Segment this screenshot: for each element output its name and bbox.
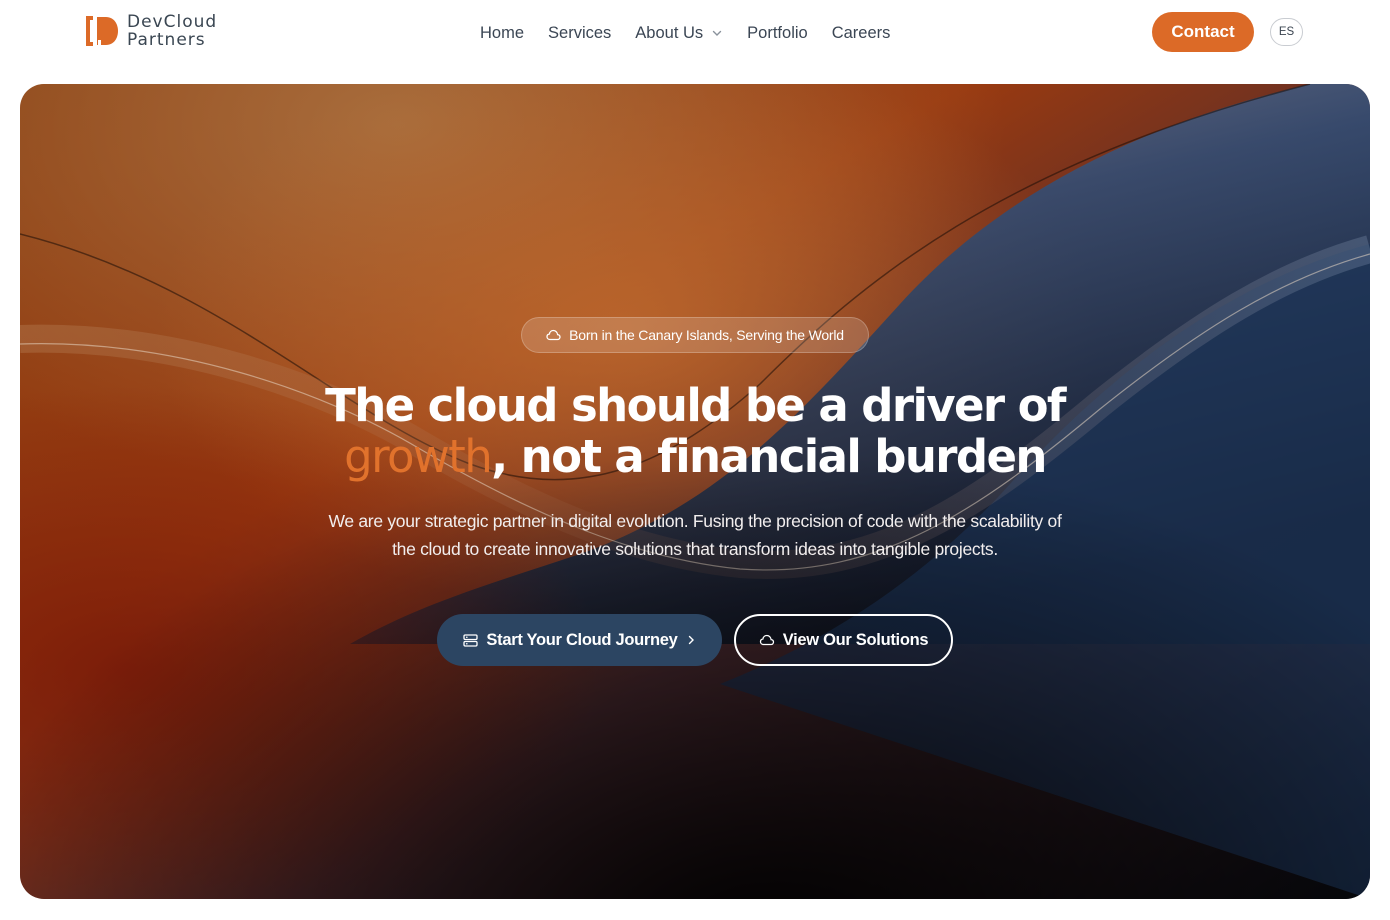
hero-section: Born in the Canary Islands, Serving the … (20, 84, 1370, 899)
nav-item-careers[interactable]: Careers (832, 22, 891, 44)
hero-badge: Born in the Canary Islands, Serving the … (521, 317, 869, 353)
hero-badge-text: Born in the Canary Islands, Serving the … (569, 327, 844, 343)
chevron-down-icon (712, 30, 722, 36)
hero-background (20, 84, 1370, 899)
brand-name-line2: Partners (127, 30, 206, 50)
nav-item-portfolio[interactable]: Portfolio (747, 22, 808, 44)
brand-name-line1: DevCloud (127, 12, 218, 32)
hero-headline-accent: growth (344, 430, 493, 483)
hero-headline: The cloud should be a driver of growth, … (195, 380, 1195, 482)
chevron-right-icon (688, 635, 694, 645)
start-cloud-journey-label: Start Your Cloud Journey (486, 630, 678, 649)
hero-headline-rest: , not a financial burden (491, 430, 1047, 483)
contact-button[interactable]: Contact (1152, 12, 1254, 52)
hero-headline-line1: The cloud should be a driver of (325, 379, 1066, 432)
brand-name: DevCloud Partners (127, 13, 217, 49)
nav-item-about-us[interactable]: About Us (635, 22, 723, 44)
nav-item-label: Careers (831, 23, 891, 42)
nav-item-label: Services (548, 23, 612, 42)
nav-item-label: About Us (635, 23, 704, 42)
site-header: DevCloud Partners Home Services About Us… (0, 0, 1390, 66)
nav-item-home[interactable]: Home (480, 22, 524, 44)
cloud-icon (759, 634, 774, 646)
nav-item-label: Portfolio (747, 23, 808, 42)
nav-item-label: Home (480, 23, 525, 42)
view-our-solutions-button[interactable]: View Our Solutions (734, 614, 953, 666)
server-icon (463, 633, 479, 647)
language-switch-button[interactable]: ES (1270, 18, 1303, 46)
cloud-icon (546, 329, 561, 341)
devcloud-logo-icon (86, 16, 118, 46)
main-nav: Home Services About Us Portfolio Careers (480, 22, 890, 44)
nav-item-services[interactable]: Services (548, 22, 611, 44)
view-our-solutions-label: View Our Solutions (782, 630, 929, 649)
hero-subtext: We are your strategic partner in digital… (328, 511, 1062, 559)
brand-logo[interactable]: DevCloud Partners (84, 13, 217, 49)
start-cloud-journey-button[interactable]: Start Your Cloud Journey (437, 614, 722, 666)
